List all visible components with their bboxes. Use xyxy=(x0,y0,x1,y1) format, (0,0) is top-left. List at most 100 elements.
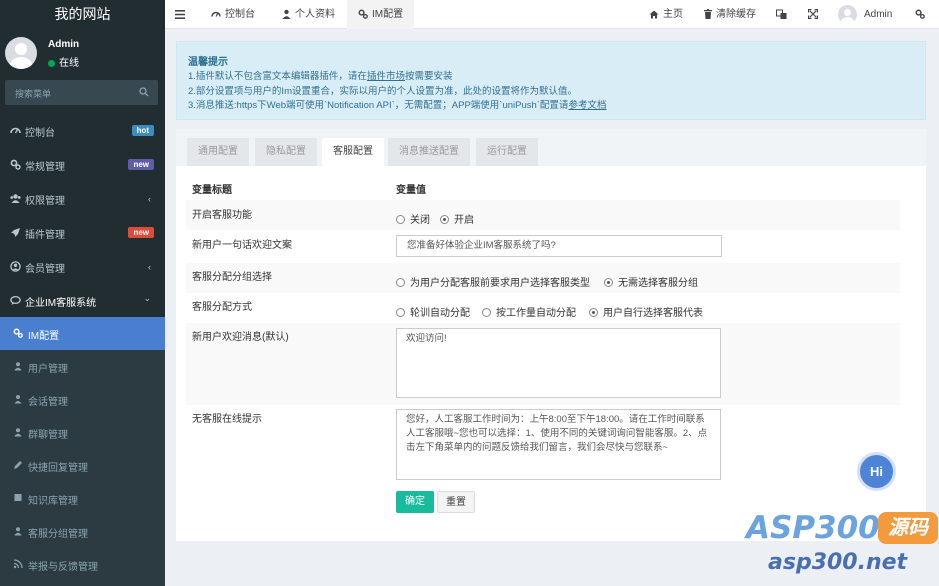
user-panel: Admin 在线 xyxy=(0,29,165,75)
radio-by-workload[interactable]: 按工作量自动分配 xyxy=(482,304,576,319)
radio-button[interactable] xyxy=(396,278,405,287)
row-welcome-message: 新用户欢迎消息(默认) 欢迎访问! xyxy=(186,323,900,405)
radio-button[interactable] xyxy=(396,308,405,317)
sidebar-subitem-quick-replies[interactable]: 快捷回复管理 xyxy=(0,449,165,482)
search-icon[interactable] xyxy=(139,87,149,97)
alert-line-3: 3.消息推送:https下Web端可使用`Notification API`，无… xyxy=(188,100,607,111)
language-button[interactable] xyxy=(776,0,787,29)
row-offline-notice: 无客服在线提示 您好，人工客服工作时间为：上午8:00至下午18:00。请在工作… xyxy=(186,405,900,485)
radio-button-checked[interactable] xyxy=(589,308,598,317)
sidebar-subitem-im-config[interactable]: IM配置 xyxy=(0,317,165,350)
offline-notice-textarea[interactable]: 您好，人工客服工作时间为：上午8:00至下午18:00。请在工作时间联系人工客服… xyxy=(396,409,721,480)
home-icon xyxy=(649,10,659,19)
radio-button-checked[interactable] xyxy=(604,278,613,287)
settings-button[interactable] xyxy=(915,0,925,29)
tab-runtime-config[interactable]: 运行配置 xyxy=(476,138,538,166)
site-title[interactable]: 我的网站 xyxy=(0,0,165,29)
sidebar-item-label: 企业IM客服系统 xyxy=(25,298,97,309)
home-link[interactable]: 主页 xyxy=(649,0,683,29)
welcome-message-textarea[interactable]: 欢迎访问! xyxy=(396,328,721,398)
sidebar-subitem-sessions[interactable]: 会话管理 xyxy=(0,383,165,416)
chat-launcher-button[interactable]: Hi xyxy=(860,455,893,488)
radio-user-choose[interactable]: 用户自行选择客服代表 xyxy=(589,304,703,319)
tab-profile[interactable]: 个人资料 xyxy=(280,0,337,29)
online-dot-icon xyxy=(48,59,55,67)
translate-icon[interactable] xyxy=(776,9,787,20)
user-icon xyxy=(282,10,291,20)
row-label: 无客服在线提示 xyxy=(192,414,262,425)
row-enable-service: 开启客服功能 关闭 开启 xyxy=(186,200,900,230)
tab-privacy-config[interactable]: 隐私配置 xyxy=(255,138,317,166)
tab-im-config[interactable]: IM配置 xyxy=(347,0,414,29)
row-label: 客服分配方式 xyxy=(192,302,252,313)
sidebar-item-members[interactable]: 会员管理 ‹ xyxy=(0,250,165,283)
sidebar-item-label: 插件管理 xyxy=(25,230,65,241)
pencil-icon xyxy=(14,461,22,469)
sidebar-item-label: 常规管理 xyxy=(25,162,65,173)
dashboard-icon xyxy=(10,127,21,134)
row-label: 新用户欢迎消息(默认) xyxy=(192,332,289,343)
sidebar-subitem-users[interactable]: 用户管理 xyxy=(0,350,165,383)
row-group-select: 客服分配分组选择 为用户分配客服前要求用户选择客服类型 无需选择客服分组 xyxy=(186,263,900,293)
top-navbar: 控制台 个人资料 IM配置 主页 清除缓存 Admin xyxy=(165,0,939,29)
tab-general-config[interactable]: 通用配置 xyxy=(187,138,249,166)
alert-line-2: 2.部分设置项与用户的Im设置重合，实际以用户的个人设置为准，此处的设置将作为默… xyxy=(188,86,577,97)
radio-round-robin[interactable]: 轮训自动分配 xyxy=(396,304,470,319)
trash-icon xyxy=(704,9,712,20)
sidebar-subitem-label: IM配置 xyxy=(28,331,60,342)
watermark-logo: ASP300 源码 asp300.net xyxy=(746,508,939,586)
reset-button[interactable]: 重置 xyxy=(437,491,475,513)
cogs-icon xyxy=(358,9,368,20)
welcome-text-input[interactable]: 您准备好体验企业IM客服系统了吗? xyxy=(396,235,722,257)
config-tabs: 通用配置 隐私配置 客服配置 消息推送配置 运行配置 xyxy=(176,129,926,166)
radio-on[interactable]: 开启 xyxy=(440,211,474,226)
user-circle-icon xyxy=(10,261,21,272)
sidebar-item-plugins[interactable]: 插件管理 new xyxy=(0,216,165,249)
search-menu-input[interactable]: 搜索菜单 xyxy=(5,80,158,105)
sidebar-item-dashboard[interactable]: 控制台 hot xyxy=(0,114,165,147)
sidebar-subitem-label: 用户管理 xyxy=(28,364,68,375)
radio-button-checked[interactable] xyxy=(440,215,449,224)
col-title-header: 变量标题 xyxy=(192,185,232,196)
user-name: Admin xyxy=(48,39,80,50)
radio-button[interactable] xyxy=(396,215,405,224)
sidebar-item-permissions[interactable]: 权限管理 ‹ xyxy=(0,182,165,215)
radio-button[interactable] xyxy=(482,308,491,317)
radio-off[interactable]: 关闭 xyxy=(396,211,430,226)
sidebar-item-label: 控制台 xyxy=(25,128,55,139)
group-icon xyxy=(14,527,22,536)
header-user-name: Admin xyxy=(864,9,893,20)
user-icon xyxy=(14,395,22,404)
fullscreen-icon[interactable] xyxy=(807,9,819,20)
reference-doc-link[interactable]: 参考文档 xyxy=(568,100,606,111)
group-icon xyxy=(14,428,22,437)
config-panel: 通用配置 隐私配置 客服配置 消息推送配置 运行配置 变量标题 变量值 开启客服… xyxy=(176,129,926,541)
sidebar-subitem-label: 快捷回复管理 xyxy=(28,463,88,474)
user-menu[interactable]: Admin xyxy=(838,0,892,29)
radio-require-group[interactable]: 为用户分配客服前要求用户选择客服类型 xyxy=(396,274,590,289)
menu-icon[interactable] xyxy=(175,9,185,19)
sidebar-subitem-reports[interactable]: 举报与反馈管理 xyxy=(0,548,165,586)
tab-service-config[interactable]: 客服配置 xyxy=(322,138,384,166)
cogs-icon[interactable] xyxy=(915,9,925,20)
submit-button[interactable]: 确定 xyxy=(396,491,434,513)
sidebar-toggle[interactable] xyxy=(175,0,189,29)
comments-icon xyxy=(10,295,21,305)
group-icon xyxy=(14,362,22,371)
sidebar-subitem-label: 群聊管理 xyxy=(28,430,68,441)
hot-badge: hot xyxy=(131,125,154,136)
clear-cache-button[interactable]: 清除缓存 xyxy=(704,0,756,29)
fullscreen-button[interactable] xyxy=(807,0,819,29)
sidebar-subitem-groups[interactable]: 群聊管理 xyxy=(0,416,165,449)
tab-push-config[interactable]: 消息推送配置 xyxy=(388,138,470,166)
sidebar-subitem-agent-groups[interactable]: 客服分组管理 xyxy=(0,515,165,548)
sidebar-item-im-system[interactable]: 企业IM客服系统 ⌄ xyxy=(0,284,165,317)
sidebar-item-general[interactable]: 常规管理 new xyxy=(0,148,165,181)
radio-no-group[interactable]: 无需选择客服分组 xyxy=(604,274,698,289)
sidebar-subitem-knowledge-base[interactable]: 知识库管理 xyxy=(0,482,165,515)
tab-dashboard[interactable]: 控制台 xyxy=(209,0,257,29)
sidebar-subitem-label: 客服分组管理 xyxy=(28,529,88,540)
plugin-market-link[interactable]: 插件市场 xyxy=(367,71,405,82)
sidebar-subitem-label: 知识库管理 xyxy=(28,496,78,507)
chevron-left-icon: ‹ xyxy=(148,194,151,204)
